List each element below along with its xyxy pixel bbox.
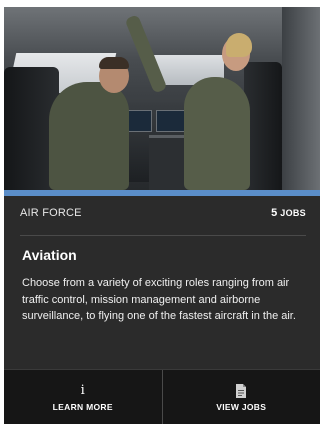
jobs-count-label: JOBS [280,208,306,218]
jobs-count-number: 5 [271,207,278,219]
card-actions: i LEARN MORE VIEW JOBS [4,369,320,424]
view-jobs-button[interactable]: VIEW JOBS [161,370,321,424]
view-jobs-label: VIEW JOBS [216,401,267,412]
learn-more-label: LEARN MORE [52,401,113,412]
branch-label: AIR FORCE [20,207,82,219]
card-title: Aviation [22,247,77,263]
card-meta: AIR FORCE 5 JOBS [20,205,306,225]
info-icon: i [80,382,85,398]
jobs-count: 5 JOBS [271,207,306,219]
divider [20,235,306,236]
learn-more-button[interactable]: i LEARN MORE [4,370,162,424]
accent-bar [4,190,320,196]
career-card: AIR FORCE 5 JOBS Aviation Choose from a v… [4,7,320,424]
document-icon [236,383,247,398]
card-description: Choose from a variety of exciting roles … [22,277,296,322]
cockpit-photo [4,7,320,190]
